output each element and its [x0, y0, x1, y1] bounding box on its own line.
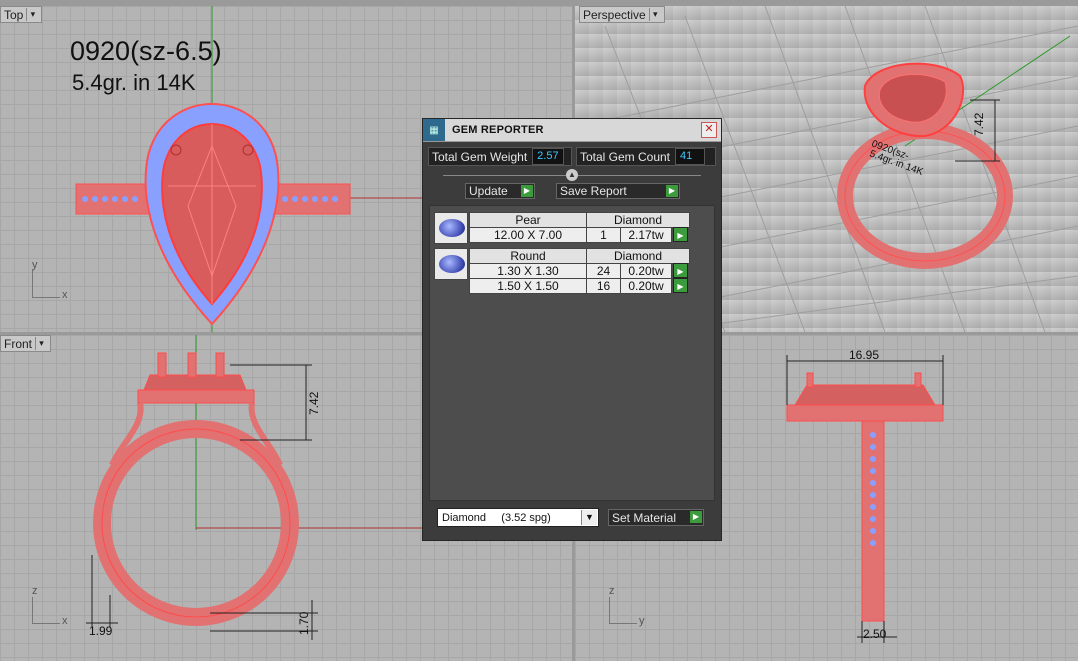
set-material-button[interactable]: Set Material ▶ — [608, 509, 704, 526]
gem-material: Diamond — [586, 212, 690, 228]
axis-x-label: x — [62, 289, 68, 301]
gem-shape: Pear — [469, 212, 587, 228]
gem-size: 1.50 X 1.50 — [469, 278, 587, 294]
axis-indicator-top: y x — [28, 259, 78, 301]
axis-z-label: z — [32, 585, 38, 597]
play-arrow-icon: ▶ — [677, 267, 684, 276]
row-action-button[interactable]: ▶ — [673, 278, 688, 293]
axis-z-label: z — [609, 585, 615, 597]
axis-indicator-front: z x — [28, 585, 78, 627]
design-weight: 5.4gr. in 14K — [72, 70, 196, 95]
gem-weight: 0.20tw — [620, 263, 672, 279]
round-gem-icon — [434, 248, 468, 280]
gem-report-list: Pear Diamond 12.00 X 7.00 1 2.17tw ▶ Rou… — [429, 205, 715, 501]
axis-x-label: x — [62, 615, 68, 627]
chevron-up-icon[interactable]: ▲ — [566, 169, 578, 181]
play-arrow-icon: ▶ — [690, 511, 702, 523]
save-report-label: Save Report — [560, 184, 627, 198]
gem-count: 16 — [586, 278, 621, 294]
dim-right-shank: 2.50 — [863, 627, 887, 641]
chevron-down-icon[interactable]: ▼ — [581, 510, 597, 525]
gem-reporter-icon: ▦ — [423, 119, 445, 141]
axis-y-label: y — [639, 615, 645, 627]
gem-weight: 0.20tw — [620, 278, 672, 294]
total-gem-weight: Total Gem Weight 2.57 — [428, 147, 572, 166]
total-weight-value: 2.57 — [532, 148, 564, 165]
play-arrow-icon: ▶ — [521, 185, 533, 197]
dim-right-width: 16.95 — [849, 348, 879, 362]
dim-front-bottom: 1.70 — [297, 611, 311, 635]
material-select[interactable]: Diamond (3.52 spg) ▼ — [437, 508, 599, 527]
set-material-label: Set Material — [612, 510, 677, 525]
play-arrow-icon: ▶ — [677, 231, 684, 240]
close-icon: ✕ — [704, 123, 714, 135]
row-action-button[interactable]: ▶ — [673, 263, 688, 278]
dim-front-height: 7.42 — [307, 391, 321, 415]
update-label: Update — [469, 184, 508, 198]
gem-material: Diamond — [586, 248, 690, 264]
dim-front-shank: 1.99 — [89, 624, 113, 638]
close-button[interactable]: ✕ — [701, 122, 717, 138]
gem-count: 24 — [586, 263, 621, 279]
dialog-title: GEM REPORTER — [452, 124, 544, 136]
pear-gem-icon — [434, 212, 468, 244]
play-arrow-icon: ▶ — [666, 185, 678, 197]
total-count-label: Total Gem Count — [579, 149, 670, 164]
update-button[interactable]: Update ▶ — [465, 183, 535, 199]
material-select-value: Diamond (3.52 spg) — [442, 511, 551, 524]
play-arrow-icon: ▶ — [677, 282, 684, 291]
collapse-toggle[interactable]: ▲ — [443, 169, 701, 181]
gem-size: 12.00 X 7.00 — [469, 227, 587, 243]
total-gem-count: Total Gem Count 41 — [575, 147, 716, 166]
dim-height-label: 7.42 — [972, 112, 986, 136]
total-count-value: 41 — [675, 148, 705, 165]
gem-reporter-dialog[interactable]: ▦ GEM REPORTER ✕ Total Gem Weight 2.57 T… — [422, 118, 722, 541]
design-title: 0920(sz-6.5) — [70, 36, 222, 66]
gem-weight: 2.17tw — [620, 227, 672, 243]
row-action-button[interactable]: ▶ — [673, 227, 688, 242]
gem-size: 1.30 X 1.30 — [469, 263, 587, 279]
axis-indicator-right: z y — [605, 585, 655, 627]
axis-y-label: y — [32, 259, 38, 271]
save-report-button[interactable]: Save Report ▶ — [556, 183, 680, 199]
gem-shape: Round — [469, 248, 587, 264]
totals-row: Total Gem Weight 2.57 Total Gem Count 41 — [428, 147, 716, 166]
total-weight-label: Total Gem Weight — [432, 149, 528, 164]
dialog-titlebar[interactable]: ▦ GEM REPORTER ✕ — [423, 119, 721, 142]
gem-count: 1 — [586, 227, 621, 243]
